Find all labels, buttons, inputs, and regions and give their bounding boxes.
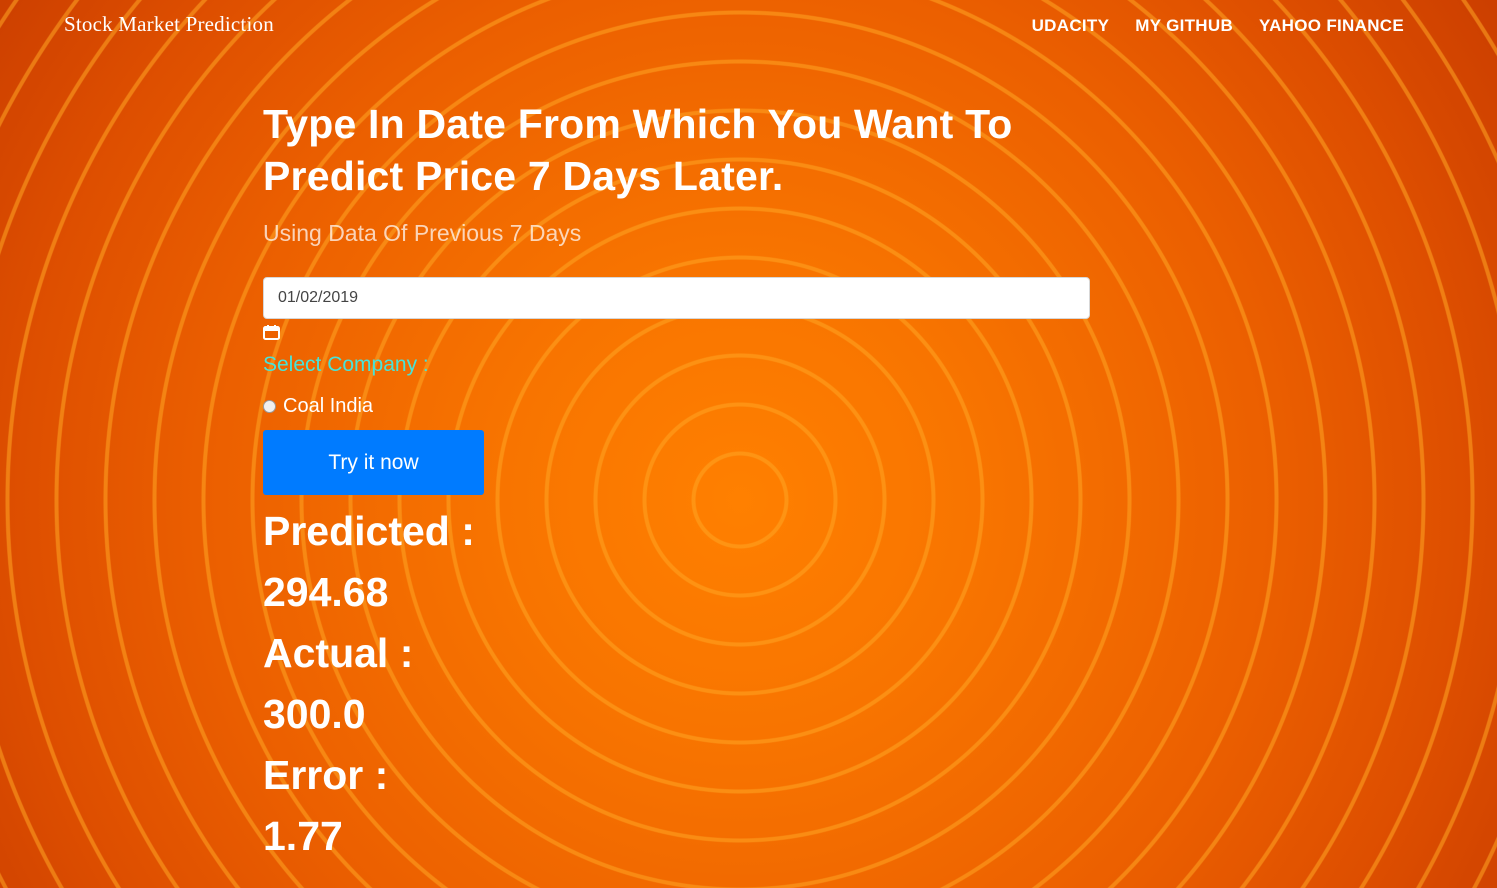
company-radio-button[interactable] <box>263 400 276 413</box>
actual-value: 300.0 <box>263 691 366 737</box>
nav-link-yahoo-finance[interactable]: YAHOO FINANCE <box>1259 16 1404 36</box>
select-company-label: Select Company : <box>263 353 429 376</box>
error-label: Error : <box>263 752 389 798</box>
headline-line-2: Predict Price 7 Days Later. <box>263 153 784 199</box>
actual-label: Actual : <box>263 630 414 676</box>
company-option-coal-india[interactable]: Coal India <box>263 395 1090 418</box>
calendar-icon[interactable] <box>263 325 280 340</box>
brand-title[interactable]: Stock Market Prediction <box>64 12 274 37</box>
prediction-results: Predicted : 294.68 Actual : 300.0 Error … <box>263 501 1090 867</box>
try-it-now-button[interactable]: Try it now <box>263 430 484 495</box>
error-value: 1.77 <box>263 813 343 859</box>
prediction-form: Type In Date From Which You Want To Pred… <box>263 98 1090 867</box>
page-subheadline: Using Data Of Previous 7 Days <box>263 220 582 246</box>
date-input[interactable] <box>263 277 1090 319</box>
nav-link-my-github[interactable]: MY GITHUB <box>1135 16 1233 36</box>
predicted-label: Predicted : <box>263 508 475 554</box>
headline-line-1: Type In Date From Which You Want To <box>263 101 1013 147</box>
top-nav: UDACITY MY GITHUB YAHOO FINANCE <box>1032 16 1404 36</box>
company-option-label: Coal India <box>283 395 374 417</box>
nav-link-udacity[interactable]: UDACITY <box>1032 16 1110 36</box>
predicted-value: 294.68 <box>263 569 389 615</box>
page-headline: Type In Date From Which You Want To Pred… <box>263 98 1090 202</box>
